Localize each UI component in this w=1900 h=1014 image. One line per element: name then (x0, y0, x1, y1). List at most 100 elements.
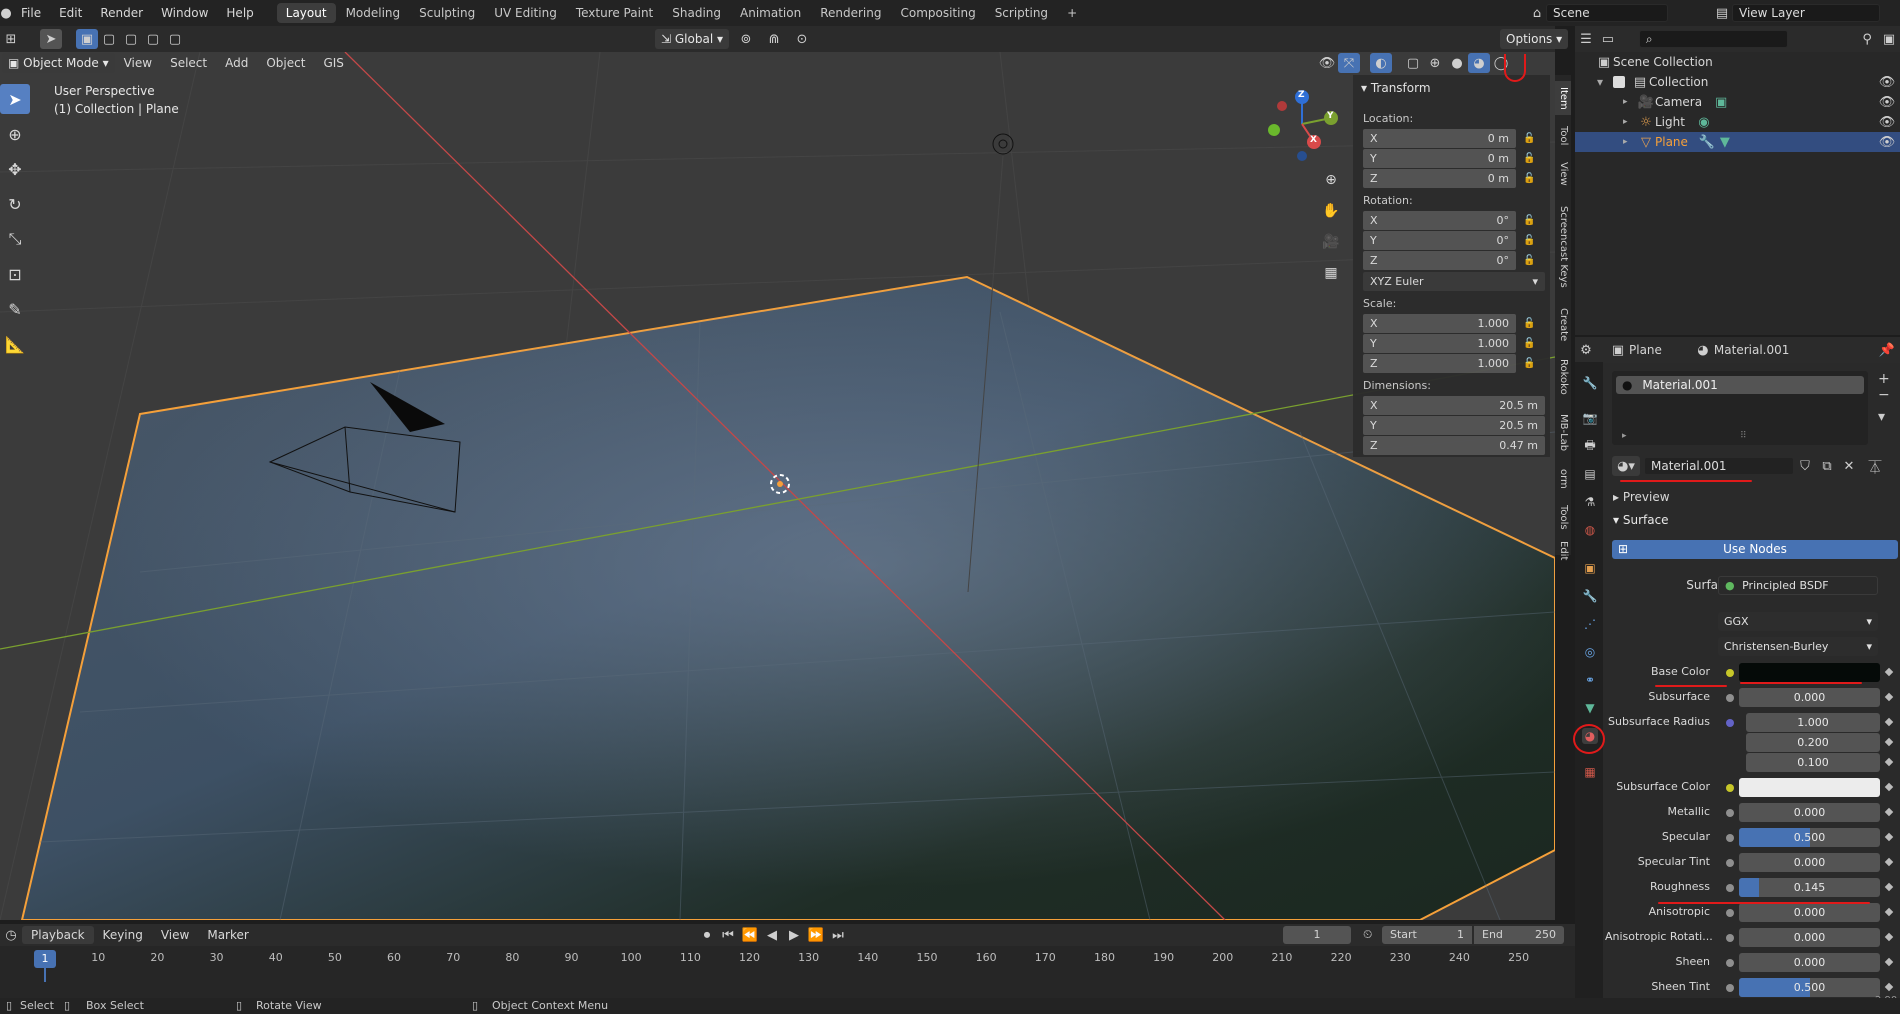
viewport-menu-select[interactable]: Select (161, 50, 216, 76)
outliner-light[interactable]: ▸ ☼ Light ◉ 👁 (1575, 112, 1900, 132)
lock-icon[interactable]: 🔓 (1523, 173, 1535, 185)
duplicate-material-icon[interactable]: ⧉ (1816, 456, 1838, 476)
pin-icon[interactable]: 📌 (1876, 340, 1898, 360)
location-z-field[interactable]: Z 0 m (1363, 169, 1516, 188)
expand-arrow-icon[interactable]: ▾ (1597, 75, 1613, 89)
subsurface-field[interactable]: 0.000 (1739, 688, 1880, 707)
socket-dot-icon[interactable] (1726, 719, 1734, 727)
current-frame-field[interactable]: 1 (1283, 926, 1351, 944)
expand-arrow-icon[interactable]: ▸ (1623, 117, 1637, 127)
pivot-icon[interactable]: ⊚ (735, 29, 757, 49)
eye-icon[interactable]: 👁 (1876, 72, 1898, 92)
wireframe-shading-icon[interactable]: ⊕ (1424, 53, 1446, 73)
subsurface-radius-3-field[interactable]: 0.200 (1746, 733, 1880, 752)
playhead[interactable]: 1 (34, 950, 56, 968)
outliner-plane[interactable]: ▸ ▽ Plane 🔧 ▼ 👁 (1575, 132, 1900, 152)
socket-dot-icon[interactable] (1726, 669, 1734, 677)
mode-dropdown[interactable]: ▣ Object Mode ▾ (2, 53, 115, 73)
annotate-tool-icon[interactable]: ✎ (0, 294, 30, 324)
pan-hand-icon[interactable]: ✋ (1318, 198, 1344, 224)
overlay-toggle-icon[interactable]: ◐ (1370, 53, 1392, 73)
visibility-icon[interactable]: 👁 (1316, 53, 1338, 73)
view-layer-field[interactable]: View Layer (1732, 4, 1880, 22)
lock-icon[interactable]: 🔓 (1523, 215, 1535, 227)
tab-modeling[interactable]: Modeling (337, 3, 410, 23)
rotation-mode-dropdown[interactable]: XYZ Euler ▾ (1363, 272, 1545, 291)
dimensions-z-field[interactable]: Z 0.47 m (1363, 436, 1545, 455)
material-browse-icon[interactable]: ◕▾ (1612, 456, 1640, 476)
zoom-icon[interactable]: ⊕ (1318, 167, 1344, 193)
viewport-menu-gis[interactable]: GIS (314, 50, 352, 76)
scale-x-field[interactable]: X 1.000 (1363, 314, 1516, 333)
data-properties-icon[interactable]: ▼ (1582, 700, 1598, 716)
eye-icon[interactable]: 👁 (1876, 92, 1898, 112)
specular-tint-field[interactable]: 0.000 (1739, 853, 1880, 872)
texture-properties-icon[interactable]: ▦ (1582, 764, 1598, 780)
navigation-gizmo[interactable]: Z Y X (1262, 84, 1342, 164)
tab-animation[interactable]: Animation (731, 3, 810, 23)
lock-icon[interactable]: 🔓 (1523, 235, 1535, 247)
lock-icon[interactable]: 🔓 (1523, 153, 1535, 165)
anisotropic-field[interactable]: 0.000 (1739, 903, 1880, 922)
viewport-menu-view[interactable]: View (115, 50, 161, 76)
lock-icon[interactable]: 🔓 (1523, 358, 1535, 370)
lock-icon[interactable]: 🔓 (1523, 338, 1535, 350)
timeline-menu-keying[interactable]: Keying (94, 922, 152, 948)
tool-properties-icon[interactable]: 🔧 (1582, 375, 1598, 391)
menu-edit[interactable]: Edit (50, 0, 91, 26)
use-nodes-button[interactable]: ⊞ Use Nodes (1612, 540, 1898, 559)
output-properties-icon[interactable]: 🖶 (1582, 438, 1598, 454)
xray-icon[interactable]: ▢ (1402, 53, 1424, 73)
surface-shader-field[interactable]: ● Principled BSDF (1718, 576, 1878, 595)
sidebar-tab-mb-lab[interactable]: MB-Lab (1555, 407, 1571, 459)
select-extend-icon[interactable]: ▢ (98, 29, 120, 49)
socket-dot-icon[interactable] (1726, 984, 1734, 992)
outliner-search-input[interactable]: ⌕ (1638, 30, 1789, 48)
orientation-dropdown[interactable]: ⇲ Global ▾ (655, 29, 729, 49)
viewport-menu-add[interactable]: Add (216, 50, 257, 76)
sidebar-tab-edit[interactable]: Edit (1555, 541, 1571, 560)
unlink-material-icon[interactable]: ✕ (1838, 456, 1860, 476)
camera-view-icon[interactable]: 🎥 (1318, 229, 1344, 255)
scene-field[interactable]: Scene (1546, 4, 1668, 22)
location-x-field[interactable]: X 0 m (1363, 129, 1516, 148)
timeline-editor-icon[interactable]: ◷ (0, 925, 22, 945)
distribution-dropdown[interactable]: GGX ▾ (1718, 612, 1878, 631)
proportional-edit-icon[interactable]: ⊙ (791, 29, 813, 49)
material-slot-item[interactable]: ● Material.001 (1616, 376, 1864, 394)
socket-dot-icon[interactable] (1726, 694, 1734, 702)
lock-icon[interactable]: 🔓 (1523, 318, 1535, 330)
tab-scripting[interactable]: Scripting (986, 3, 1057, 23)
view-layer-selector[interactable]: ▤ View Layer (1712, 3, 1900, 23)
timeline-menu-marker[interactable]: Marker (198, 922, 257, 948)
transform-tool-icon[interactable]: ⊡ (0, 259, 30, 289)
rotation-y-field[interactable]: Y 0° (1363, 231, 1516, 250)
expand-arrow-icon[interactable]: ▸ (1623, 97, 1637, 107)
expand-arrow-icon[interactable]: ▸ (1622, 431, 1627, 441)
socket-dot-icon[interactable] (1726, 834, 1734, 842)
object-properties-icon[interactable]: ▣ (1582, 560, 1598, 576)
surface-panel-header[interactable]: ▾ Surface (1613, 513, 1669, 527)
select-tool-icon[interactable]: ➤ (40, 29, 62, 49)
fake-user-shield-icon[interactable]: ⛉ (1794, 456, 1816, 476)
editor-type-icon[interactable]: ⊞ (0, 29, 22, 49)
modifier-properties-icon[interactable]: 🔧 (1582, 588, 1598, 604)
outliner-editor-icon[interactable]: ☰ (1575, 29, 1597, 49)
subsurface-color-field[interactable] (1739, 778, 1880, 797)
particle-properties-icon[interactable]: ⋰ (1582, 616, 1598, 632)
eye-icon[interactable]: 👁 (1876, 112, 1898, 132)
socket-dot-icon[interactable] (1726, 909, 1734, 917)
select-subtract-icon[interactable]: ▢ (120, 29, 142, 49)
physics-properties-icon[interactable]: ◎ (1582, 644, 1598, 660)
constraint-properties-icon[interactable]: ⚭ (1582, 672, 1598, 688)
measure-tool-icon[interactable]: 📐 (0, 329, 30, 359)
sidebar-tab-view[interactable]: View (1555, 157, 1571, 191)
expand-arrow-icon[interactable]: ▸ (1623, 137, 1637, 147)
sidebar-tab-item[interactable]: Item (1555, 81, 1571, 115)
tab-shading[interactable]: Shading (663, 3, 730, 23)
rotation-z-field[interactable]: Z 0° (1363, 251, 1516, 270)
lock-icon[interactable]: 🔓 (1523, 255, 1535, 267)
remove-slot-button[interactable]: − (1878, 387, 1894, 403)
material-name-field[interactable]: Material.001 (1644, 457, 1794, 475)
play-icon[interactable]: ▶ (784, 925, 804, 945)
